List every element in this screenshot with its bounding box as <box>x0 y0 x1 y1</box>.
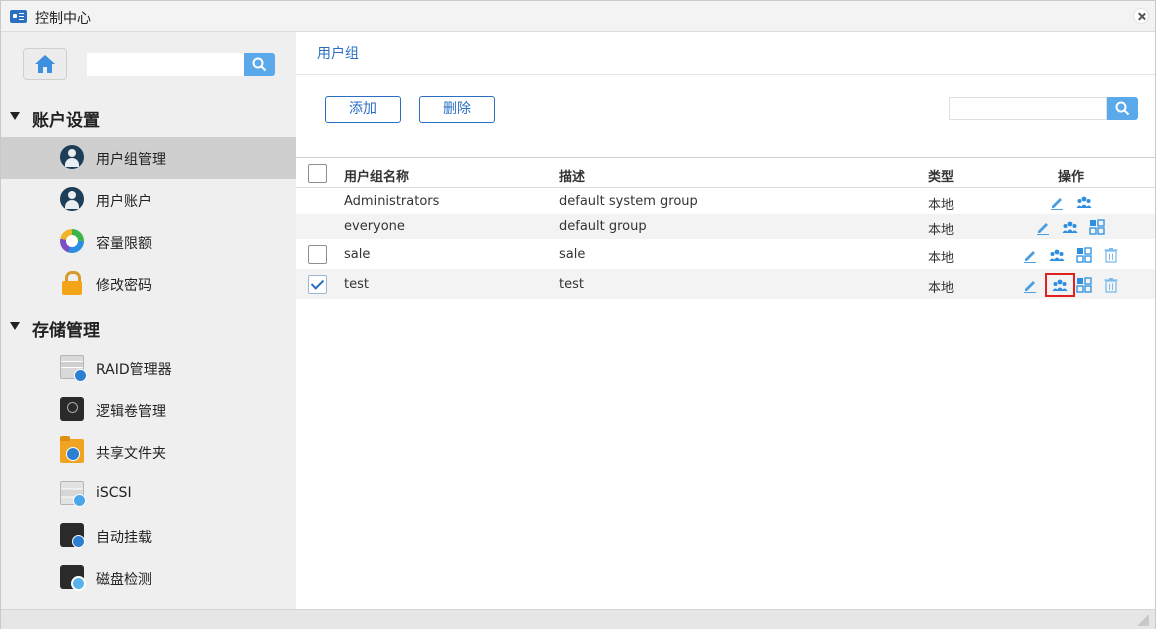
close-icon[interactable] <box>1133 8 1149 24</box>
add-button[interactable]: 添加 <box>325 96 401 123</box>
permissions-grid-icon[interactable] <box>1088 218 1106 236</box>
trash-icon[interactable] <box>1102 246 1120 264</box>
collapse-arrow-icon <box>10 322 20 330</box>
sidebar-item-change-password[interactable]: 修改密码 <box>1 263 296 305</box>
sidebar-item-label: 自动挂载 <box>96 530 152 546</box>
table-row[interactable]: Administrators default system group 本地 <box>296 189 1155 214</box>
table-row[interactable]: everyone default group 本地 <box>296 214 1155 239</box>
group-members-icon[interactable] <box>1061 218 1079 236</box>
section-label: 存储管理 <box>32 321 100 341</box>
app-icon <box>10 10 27 23</box>
permissions-grid-icon[interactable] <box>1075 246 1093 264</box>
iscsi-icon <box>60 481 86 507</box>
group-description: default group <box>559 219 647 234</box>
select-all-checkbox[interactable] <box>308 164 327 183</box>
home-button[interactable] <box>23 48 67 80</box>
group-type: 本地 <box>928 281 955 296</box>
user-group-icon <box>60 145 84 169</box>
edit-icon[interactable] <box>1034 218 1052 236</box>
group-description: test <box>559 277 584 292</box>
section-storage-management[interactable]: 存储管理 <box>1 312 296 342</box>
collapse-arrow-icon <box>10 112 20 120</box>
section-label: 账户设置 <box>32 111 100 131</box>
shared-folder-icon <box>60 436 84 463</box>
group-description: default system group <box>559 194 698 209</box>
logical-volume-icon <box>60 397 84 421</box>
raid-icon <box>60 355 87 382</box>
sidebar-item-label: 用户组管理 <box>96 152 166 168</box>
sidebar-search-input[interactable] <box>87 53 244 76</box>
section-account-settings[interactable]: 账户设置 <box>1 102 296 132</box>
group-description: sale <box>559 247 586 262</box>
lock-icon <box>60 271 84 295</box>
search-icon <box>252 57 267 72</box>
edit-icon[interactable] <box>1021 276 1039 294</box>
edit-icon[interactable] <box>1048 193 1066 211</box>
quota-pie-icon <box>60 229 84 253</box>
group-type: 本地 <box>928 251 955 266</box>
sidebar-item-label: 逻辑卷管理 <box>96 404 166 420</box>
home-icon <box>35 55 55 73</box>
sidebar-item-label: 用户账户 <box>96 194 152 210</box>
resize-grip-icon[interactable] <box>1137 614 1149 626</box>
table-header: 用户组名称 描述 类型 操作 <box>296 158 1155 188</box>
group-type: 本地 <box>928 198 955 213</box>
sidebar-item-user-group-management[interactable]: 用户组管理 <box>1 137 296 179</box>
search-icon <box>1115 101 1130 116</box>
column-header-actions: 操作 <box>1058 170 1085 185</box>
group-members-icon[interactable] <box>1045 273 1075 297</box>
row-checkbox[interactable] <box>308 245 327 264</box>
edit-icon[interactable] <box>1021 246 1039 264</box>
sidebar-item-raid-manager[interactable]: RAID管理器 <box>1 347 296 389</box>
sidebar-item-auto-mount[interactable]: 自动挂载 <box>1 515 296 557</box>
group-members-icon[interactable] <box>1048 246 1066 264</box>
permissions-grid-icon[interactable] <box>1075 276 1093 294</box>
disk-check-icon <box>60 565 86 591</box>
control-center-window: 控制中心 账户设置 用户组管理 用户账户 容量限额 修改密码 存储管理 RAID… <box>0 0 1156 629</box>
sidebar-item-label: 磁盘检测 <box>96 572 152 588</box>
sidebar: 账户设置 用户组管理 用户账户 容量限额 修改密码 存储管理 RAID管理器 逻… <box>1 32 296 609</box>
trash-icon[interactable] <box>1102 276 1120 294</box>
user-account-icon <box>60 187 84 211</box>
group-name: Administrators <box>344 194 440 209</box>
sidebar-item-label: iSCSI <box>96 485 132 501</box>
main-panel: 用户组 添加 删除 用户组名称 描述 类型 操作 Administrators … <box>296 32 1155 609</box>
group-type: 本地 <box>928 223 955 238</box>
sidebar-item-label: RAID管理器 <box>96 362 172 378</box>
status-bar <box>1 609 1155 629</box>
group-search-input[interactable] <box>949 97 1107 120</box>
group-name: everyone <box>344 219 405 234</box>
sidebar-search-button[interactable] <box>244 53 275 76</box>
row-checkbox[interactable] <box>308 275 327 294</box>
group-name: sale <box>344 247 371 262</box>
sidebar-item-shared-folder[interactable]: 共享文件夹 <box>1 431 296 473</box>
sidebar-item-user-account[interactable]: 用户账户 <box>1 179 296 221</box>
delete-button[interactable]: 删除 <box>419 96 495 123</box>
sidebar-item-label: 容量限额 <box>96 236 152 252</box>
column-header-name[interactable]: 用户组名称 <box>344 166 409 185</box>
sidebar-item-logical-volume[interactable]: 逻辑卷管理 <box>1 389 296 431</box>
group-members-icon[interactable] <box>1075 193 1093 211</box>
divider <box>296 74 1155 75</box>
window-title: 控制中心 <box>35 11 91 27</box>
sidebar-item-disk-check[interactable]: 磁盘检测 <box>1 557 296 599</box>
table-row[interactable]: test test 本地 <box>296 269 1155 299</box>
column-header-type[interactable]: 类型 <box>928 166 954 185</box>
auto-mount-icon <box>60 523 85 548</box>
title-bar: 控制中心 <box>1 1 1155 32</box>
group-search-button[interactable] <box>1107 97 1138 120</box>
table-row[interactable]: sale sale 本地 <box>296 239 1155 269</box>
sidebar-item-iscsi[interactable]: iSCSI <box>1 473 296 515</box>
group-name: test <box>344 277 369 292</box>
column-header-description[interactable]: 描述 <box>559 166 585 185</box>
sidebar-item-label: 共享文件夹 <box>96 446 166 462</box>
breadcrumb[interactable]: 用户组 <box>317 43 359 63</box>
sidebar-item-label: 修改密码 <box>96 278 152 294</box>
sidebar-item-quota[interactable]: 容量限额 <box>1 221 296 263</box>
